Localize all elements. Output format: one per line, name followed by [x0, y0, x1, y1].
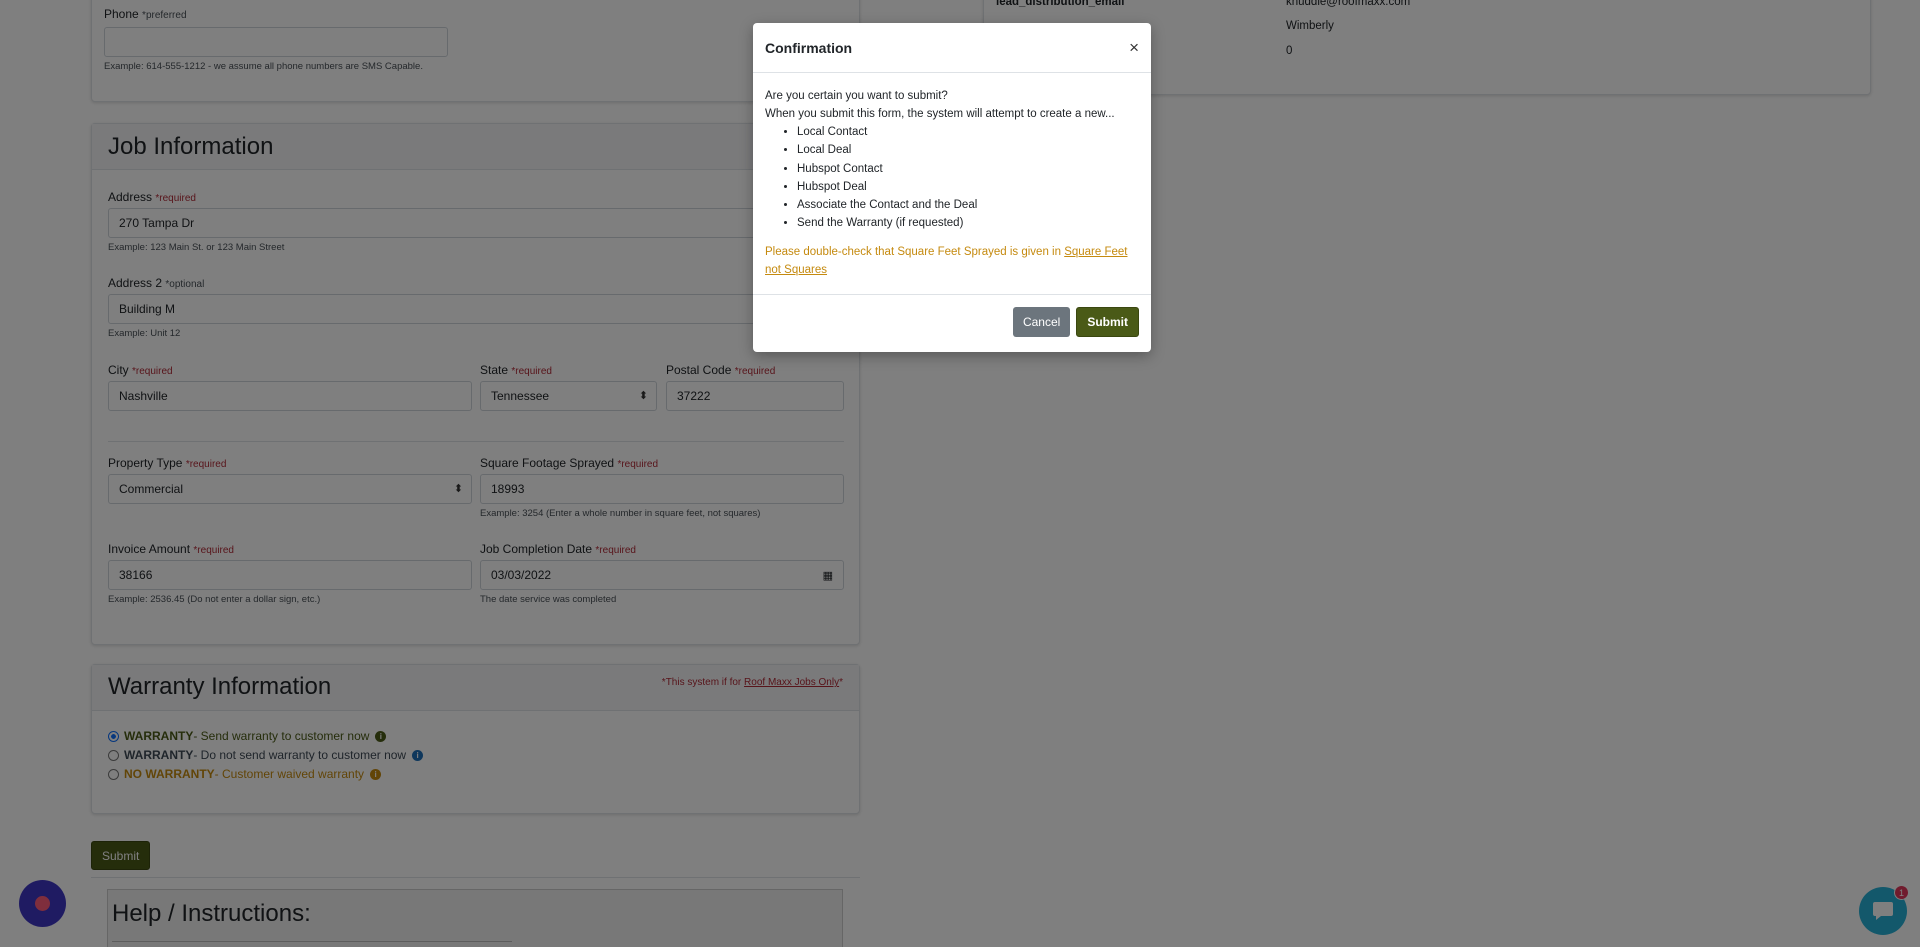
modal-item-list: Local Contact Local Deal Hubspot Contact…: [765, 123, 1139, 233]
modal-warning-prefix: Please double-check that Square Feet Spr…: [765, 245, 1065, 258]
list-item: Associate the Contact and the Deal: [797, 196, 1139, 214]
cancel-button[interactable]: Cancel: [1012, 307, 1071, 337]
modal-title: Confirmation: [765, 39, 853, 56]
list-item: Local Deal: [797, 141, 1139, 159]
list-item: Send the Warranty (if requested): [797, 214, 1139, 232]
modal-question: Are you certain you want to submit?: [765, 90, 948, 102]
list-item: Local Contact: [797, 123, 1139, 141]
modal-intro: When you submit this form, the system wi…: [765, 108, 1115, 120]
modal-footer: Cancel Submit: [753, 295, 1151, 349]
close-icon[interactable]: ×: [1129, 39, 1139, 56]
modal-warning: Please double-check that Square Feet Spr…: [765, 243, 1139, 279]
submit-button[interactable]: Submit: [1076, 307, 1139, 337]
list-item: Hubspot Contact: [797, 160, 1139, 178]
list-item: Hubspot Deal: [797, 178, 1139, 196]
modal-header: Confirmation ×: [753, 23, 1151, 73]
modal-body: Are you certain you want to submit? When…: [753, 73, 1151, 295]
confirmation-modal: Confirmation × Are you certain you want …: [753, 23, 1151, 352]
